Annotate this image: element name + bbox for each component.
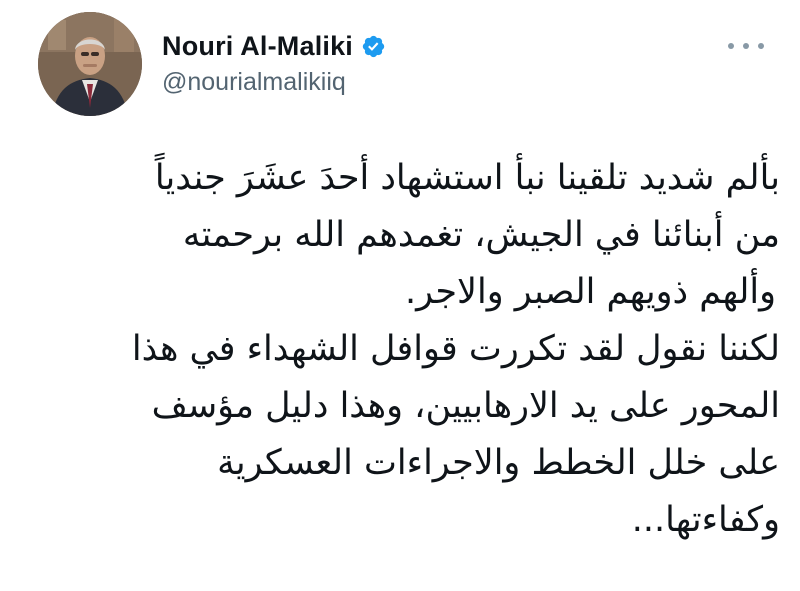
more-dot <box>728 43 734 49</box>
tweet-text-line: وألهم ذويهم الصبر والاجر. <box>404 272 776 312</box>
verified-badge-icon <box>361 34 386 59</box>
more-dot <box>743 43 749 49</box>
tweet-text-line: وكفاءتها... <box>631 500 780 540</box>
name-row: Nouri Al-Maliki <box>162 28 386 64</box>
avatar-photo <box>38 12 142 116</box>
tweet-text-line: على خلل الخطط والاجراءات العسكرية <box>217 443 780 483</box>
tweet-text-line: من أبنائنا في الجيش، تغمدهم الله برحمته <box>182 215 780 255</box>
avatar[interactable] <box>38 12 142 116</box>
author-handle[interactable]: @nourialmalikiiq <box>162 68 386 97</box>
more-dot <box>758 43 764 49</box>
tweet-text-line: لكننا نقول لقد تكررت قوافل الشهداء في هذ… <box>131 329 780 369</box>
author-info: Nouri Al-Maliki @nourialmalikiiq <box>162 28 386 97</box>
more-options-icon[interactable] <box>728 36 764 56</box>
tweet-text: بألم شديد تلقينا نبأ استشهاد أحدَ عشَرَ … <box>90 150 780 549</box>
tweet-text-line: المحور على يد الارهابيين، وهذا دليل مؤسف <box>151 386 780 426</box>
tweet-card: Nouri Al-Maliki @nourialmalikiiq بألم شد… <box>0 0 800 591</box>
display-name[interactable]: Nouri Al-Maliki <box>162 31 353 62</box>
tweet-text-line: بألم شديد تلقينا نبأ استشهاد أحدَ عشَرَ … <box>154 158 780 198</box>
